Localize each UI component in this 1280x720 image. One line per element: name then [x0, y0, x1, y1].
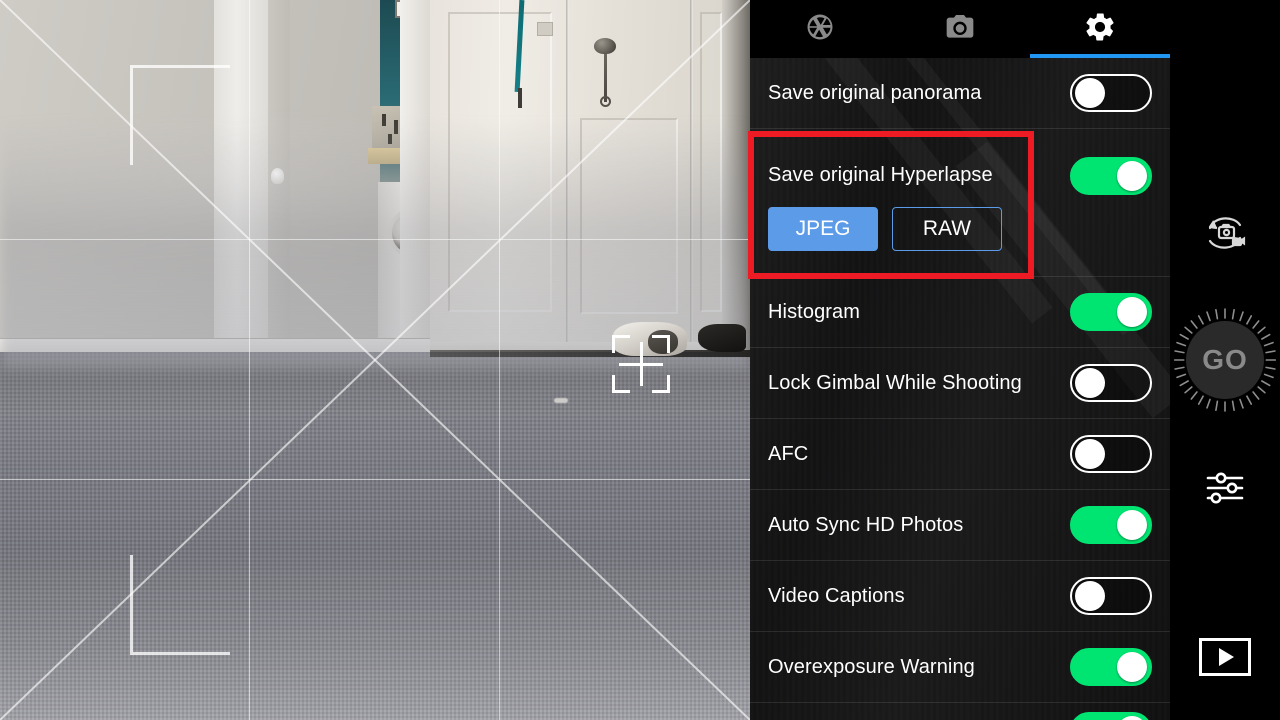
- setting-row-overexposure-warning[interactable]: Overexposure Warning: [750, 632, 1170, 703]
- setting-label: Lock Gimbal While Shooting: [768, 371, 1022, 394]
- camera-control-rail: GO: [1170, 0, 1280, 720]
- toggle-knob: [1075, 78, 1105, 108]
- scene-door-shadow: [430, 350, 750, 357]
- aperture-icon: [805, 12, 835, 47]
- setting-row-video-captions[interactable]: Video Captions: [750, 561, 1170, 632]
- toggle-knob: [1117, 160, 1147, 191]
- setting-label: Video Captions: [768, 584, 905, 607]
- toggle-knob: [1117, 510, 1147, 540]
- toggle-knob: [1075, 439, 1105, 469]
- toggle-auto-sync-hd-photos[interactable]: [1070, 506, 1152, 544]
- play-triangle-icon: [1219, 648, 1234, 666]
- scene-lint: [554, 398, 568, 403]
- scene-clothes-dark: [648, 330, 678, 354]
- format-segment-group: JPEG RAW: [768, 206, 1152, 261]
- toggle-knob: [1075, 581, 1105, 611]
- setting-label: AFC: [768, 442, 809, 465]
- setting-label: Overexposure Warning: [768, 655, 975, 678]
- toggle-overexposure-warning[interactable]: [1070, 648, 1152, 686]
- camera-icon: [944, 11, 976, 48]
- tab-exposure[interactable]: [750, 0, 890, 58]
- adjustments-button[interactable]: [1170, 455, 1280, 525]
- format-option-jpeg[interactable]: JPEG: [768, 206, 878, 251]
- scene-shoe: [698, 324, 746, 352]
- playback-icon: [1199, 638, 1251, 676]
- setting-row-lock-gimbal-while-shooting[interactable]: Lock Gimbal While Shooting: [750, 348, 1170, 419]
- settings-rows: Save original panorama Save original Hyp…: [750, 58, 1170, 720]
- go-circle[interactable]: GO: [1173, 308, 1277, 412]
- settings-tab-bar: [750, 0, 1170, 58]
- setting-label: Save original panorama: [768, 81, 982, 104]
- tab-camera[interactable]: [890, 0, 1030, 58]
- camera-app-screen: Save original panorama Save original Hyp…: [0, 0, 1280, 720]
- scene-vent-plate: [537, 22, 553, 36]
- settings-panel: Save original panorama Save original Hyp…: [750, 0, 1170, 720]
- toggle-lock-gimbal-while-shooting[interactable]: [1070, 364, 1152, 402]
- toggle-knob: [1117, 652, 1147, 682]
- setting-label: Auto Sync HD Photos: [768, 513, 964, 536]
- scene-key-ring: [600, 96, 611, 107]
- toggle-knob: [1075, 368, 1105, 398]
- shutter-ticks-icon: [1173, 308, 1277, 412]
- setting-row-auto-sync-hd-photos[interactable]: Auto Sync HD Photos: [750, 490, 1170, 561]
- setting-label: Histogram: [768, 300, 861, 323]
- toggle-save-original-panorama[interactable]: [1070, 74, 1152, 112]
- scene-strap-tail: [518, 88, 522, 108]
- camera-preview[interactable]: [0, 0, 750, 720]
- setting-row-save-original-hyperlapse[interactable]: Save original Hyperlapse JPEG RAW: [750, 129, 1170, 277]
- setting-row-save-original-panorama[interactable]: Save original panorama: [750, 58, 1170, 129]
- format-option-raw[interactable]: RAW: [892, 206, 1002, 251]
- scene-door-key: [604, 54, 607, 102]
- sliders-icon: [1201, 466, 1249, 515]
- setting-row-partial[interactable]: [750, 703, 1170, 720]
- setting-row-histogram[interactable]: Histogram: [750, 277, 1170, 348]
- tab-settings[interactable]: [1030, 0, 1170, 58]
- preview-scene: [0, 0, 750, 720]
- toggle-save-original-hyperlapse[interactable]: [1070, 156, 1152, 195]
- toggle-histogram[interactable]: [1070, 293, 1152, 331]
- toggle-afc[interactable]: [1070, 435, 1152, 473]
- setting-label: Save original Hyperlapse: [768, 164, 993, 186]
- toggle-partial-row[interactable]: [1070, 712, 1152, 720]
- shutter-go-button[interactable]: GO: [1170, 305, 1280, 415]
- photo-video-switch-icon: [1197, 209, 1253, 262]
- toggle-video-captions[interactable]: [1070, 577, 1152, 615]
- setting-row-header: Save original Hyperlapse: [768, 145, 1152, 207]
- switch-photo-video-button[interactable]: [1170, 200, 1280, 270]
- setting-row-afc[interactable]: AFC: [750, 419, 1170, 490]
- gear-icon: [1083, 10, 1117, 49]
- scene-door-knob: [594, 38, 616, 54]
- toggle-knob: [1117, 716, 1147, 720]
- playback-button[interactable]: [1170, 625, 1280, 689]
- toggle-knob: [1117, 297, 1147, 327]
